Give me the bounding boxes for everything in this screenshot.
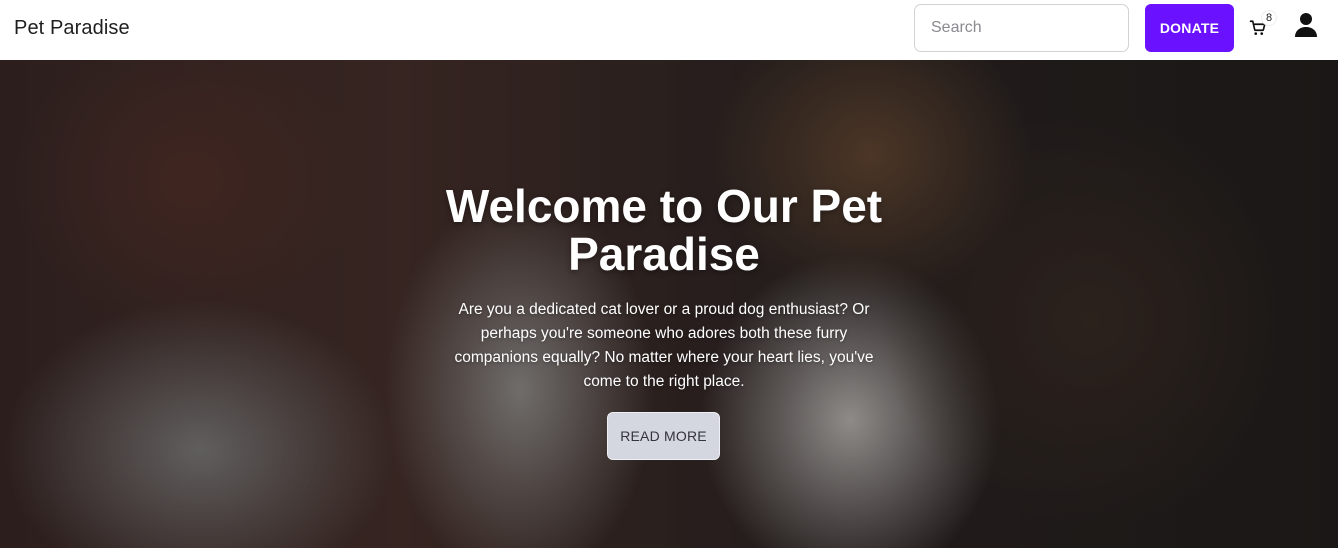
donate-button[interactable]: DONATE <box>1145 4 1234 52</box>
user-account-button[interactable] <box>1294 12 1318 38</box>
brand-title[interactable]: Pet Paradise <box>14 17 130 40</box>
search-input[interactable] <box>914 4 1129 52</box>
hero-banner: Welcome to Our Pet Paradise Are you a de… <box>0 60 1338 548</box>
user-icon <box>1295 13 1317 37</box>
cart-count-badge: 8 <box>1261 10 1277 26</box>
hero-title: Welcome to Our Pet Paradise <box>445 180 883 280</box>
navbar: Pet Paradise DONATE 8 <box>0 0 1338 60</box>
hero-content: Welcome to Our Pet Paradise Are you a de… <box>0 60 1338 548</box>
hero-description: Are you a dedicated cat lover or a proud… <box>454 301 874 390</box>
read-more-button[interactable]: READ MORE <box>607 412 720 460</box>
cart-button[interactable]: 8 <box>1246 10 1282 44</box>
